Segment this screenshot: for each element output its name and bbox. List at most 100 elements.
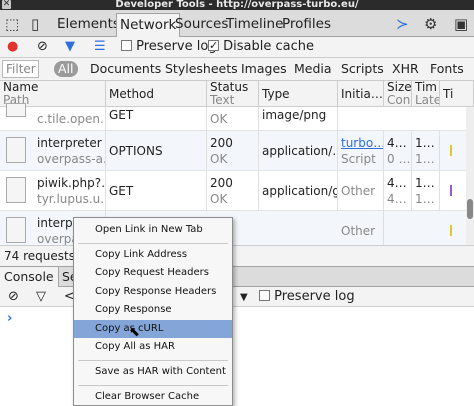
- menu-copy-request-headers[interactable]: Copy Request Headers: [74, 264, 232, 282]
- console-preserve-log-option[interactable]: Preserve log: [259, 289, 355, 305]
- timeline-bar: [450, 145, 452, 156]
- console-toolbar: ⊘ ▽ < ▼ Preserve log: [0, 287, 474, 307]
- device-mode-icon[interactable]: ▯: [31, 16, 39, 32]
- window-title: Developer Tools - http://overpass-turbo.…: [115, 0, 359, 10]
- show-drawer-icon[interactable]: ≻: [396, 16, 409, 32]
- inspect-element-icon[interactable]: ⬚: [5, 16, 19, 32]
- clear-console-icon[interactable]: ⊘: [8, 289, 19, 305]
- dock-side-icon[interactable]: ▣: [454, 16, 468, 32]
- row-name: piwik.php?… tyr.lupus.u…: [34, 171, 106, 211]
- filter-documents[interactable]: Documents: [90, 61, 161, 77]
- row-size: 4… 0 …: [384, 131, 412, 171]
- tab-elements[interactable]: Elements: [54, 13, 123, 37]
- network-toolbar: ● ⊘ ▼ ☰ Preserve log Disable cache: [0, 37, 474, 58]
- row-status-text: OK: [210, 152, 228, 166]
- table-row[interactable]: c.tile.open… GET OK image/png: [0, 91, 474, 131]
- preserve-log-label: Preserve log: [136, 39, 217, 54]
- row-method: OPTIONS: [106, 131, 207, 171]
- filter-media[interactable]: Media: [294, 61, 332, 77]
- context-dropdown-icon[interactable]: ▼: [240, 290, 248, 306]
- row-type: application/gif: [259, 171, 338, 211]
- menu-copy-response-headers[interactable]: Copy Response Headers: [74, 283, 232, 301]
- disable-cache-option[interactable]: Disable cache: [208, 38, 314, 55]
- row-size-text: 4…: [387, 136, 407, 150]
- console-filter-icon[interactable]: ▽: [36, 289, 46, 305]
- menu-open-link-new-tab[interactable]: Open Link in New Tab: [74, 221, 232, 239]
- row-time: 1… 1…: [412, 171, 440, 211]
- menu-copy-as-curl[interactable]: Copy as cURL: [74, 320, 232, 338]
- row-size: 4… 4…: [384, 171, 412, 211]
- record-icon[interactable]: ●: [7, 39, 18, 55]
- clear-icon[interactable]: ⊘: [37, 39, 48, 55]
- preserve-log-option[interactable]: Preserve log: [121, 39, 217, 55]
- disable-cache-label: Disable cache: [223, 39, 314, 54]
- row-content-text: 4…: [387, 192, 407, 206]
- close-icon[interactable]: ✕: [2, 0, 11, 9]
- table-row[interactable]: interpreter overpass-a… OPTIONS 200 OK app…: [0, 131, 474, 171]
- row-name-text: interpreter: [37, 136, 102, 150]
- row-name: interpreter overpass-a…: [34, 131, 106, 171]
- filter-funnel-icon[interactable]: ▼: [65, 39, 75, 55]
- window-titlebar: ✕ Developer Tools - http://overpass-turb…: [0, 0, 474, 10]
- menu-separator: [78, 385, 228, 386]
- request-table: Name Path Method Status Text Type Initia… …: [0, 81, 474, 245]
- console-preserve-log-label: Preserve log: [274, 289, 355, 304]
- scrollbar-thumb[interactable]: [467, 199, 473, 219]
- row-status-code: 200: [210, 176, 233, 190]
- filter-stylesheets[interactable]: Stylesheets: [165, 61, 238, 77]
- file-icon: [6, 217, 26, 243]
- row-status-code: 200: [210, 136, 233, 150]
- filter-bar: Filter All Documents Stylesheets Images …: [0, 58, 474, 81]
- file-icon: [6, 177, 26, 203]
- row-content-text: 0 …: [387, 152, 411, 166]
- preserve-log-checkbox[interactable]: [121, 40, 132, 51]
- row-status-text: OK: [210, 112, 228, 126]
- row-time: 1… 1…: [412, 131, 440, 171]
- row-initiator-link[interactable]: turbo…: [341, 136, 383, 150]
- context-menu: Open Link in New Tab Copy Link Address C…: [73, 217, 233, 406]
- large-rows-icon[interactable]: ☰: [94, 39, 106, 55]
- console-body[interactable]: ›: [0, 307, 474, 406]
- row-type: application/…: [259, 131, 338, 171]
- row-path-text: tyr.lupus.u…: [37, 192, 106, 206]
- row-size-text: 4…: [387, 176, 407, 190]
- filter-scripts[interactable]: Scripts: [341, 61, 384, 77]
- menu-save-as-har-with-content[interactable]: Save as HAR with Content: [74, 363, 232, 381]
- row-name-text: interpr: [37, 216, 78, 230]
- table-row[interactable]: interpr overpas Other: [0, 211, 474, 245]
- tab-network[interactable]: Network: [116, 13, 181, 38]
- file-icon: [6, 103, 26, 117]
- row-name-text: piwik.php?…: [37, 176, 106, 190]
- row-time-text: 1…: [415, 136, 435, 150]
- tab-timeline[interactable]: Timeline: [223, 13, 286, 37]
- menu-clear-browser-cache[interactable]: Clear Browser Cache: [74, 388, 232, 406]
- menu-copy-link-address[interactable]: Copy Link Address: [74, 246, 232, 264]
- row-status-text: OK: [210, 192, 228, 206]
- row-status: 200 OK: [207, 131, 259, 171]
- console-prompt-icon: ›: [7, 311, 13, 326]
- table-row[interactable]: piwik.php?… tyr.lupus.u… GET 200 OK applic…: [0, 171, 474, 211]
- row-initiator: Other: [338, 211, 384, 245]
- filter-input[interactable]: Filter: [2, 60, 39, 78]
- filter-fonts[interactable]: Fonts: [430, 61, 464, 77]
- row-method: GET: [106, 171, 207, 211]
- vertical-scrollbar[interactable]: [466, 107, 474, 245]
- filter-images[interactable]: Images: [241, 61, 287, 77]
- filter-xhr[interactable]: XHR: [392, 61, 419, 77]
- menu-separator: [78, 360, 228, 361]
- tab-profiles[interactable]: Profiles: [279, 13, 334, 37]
- row-latency-text: 1…: [415, 152, 435, 166]
- tab-console[interactable]: Console: [0, 267, 59, 287]
- menu-copy-response[interactable]: Copy Response: [74, 301, 232, 319]
- settings-gear-icon[interactable]: ⚙: [424, 16, 437, 32]
- console-preserve-log-checkbox[interactable]: [259, 290, 270, 301]
- menu-copy-all-as-har[interactable]: Copy All as HAR: [74, 338, 232, 356]
- menu-separator: [78, 243, 228, 244]
- disable-cache-checkbox[interactable]: [208, 38, 219, 54]
- file-icon: [6, 137, 26, 163]
- timeline-bar: [450, 185, 452, 196]
- row-path: c.tile.open…: [34, 107, 106, 131]
- request-summary: 74 requests: [0, 245, 474, 266]
- filter-all[interactable]: All: [54, 61, 78, 77]
- row-initiator-type: Script: [341, 152, 376, 166]
